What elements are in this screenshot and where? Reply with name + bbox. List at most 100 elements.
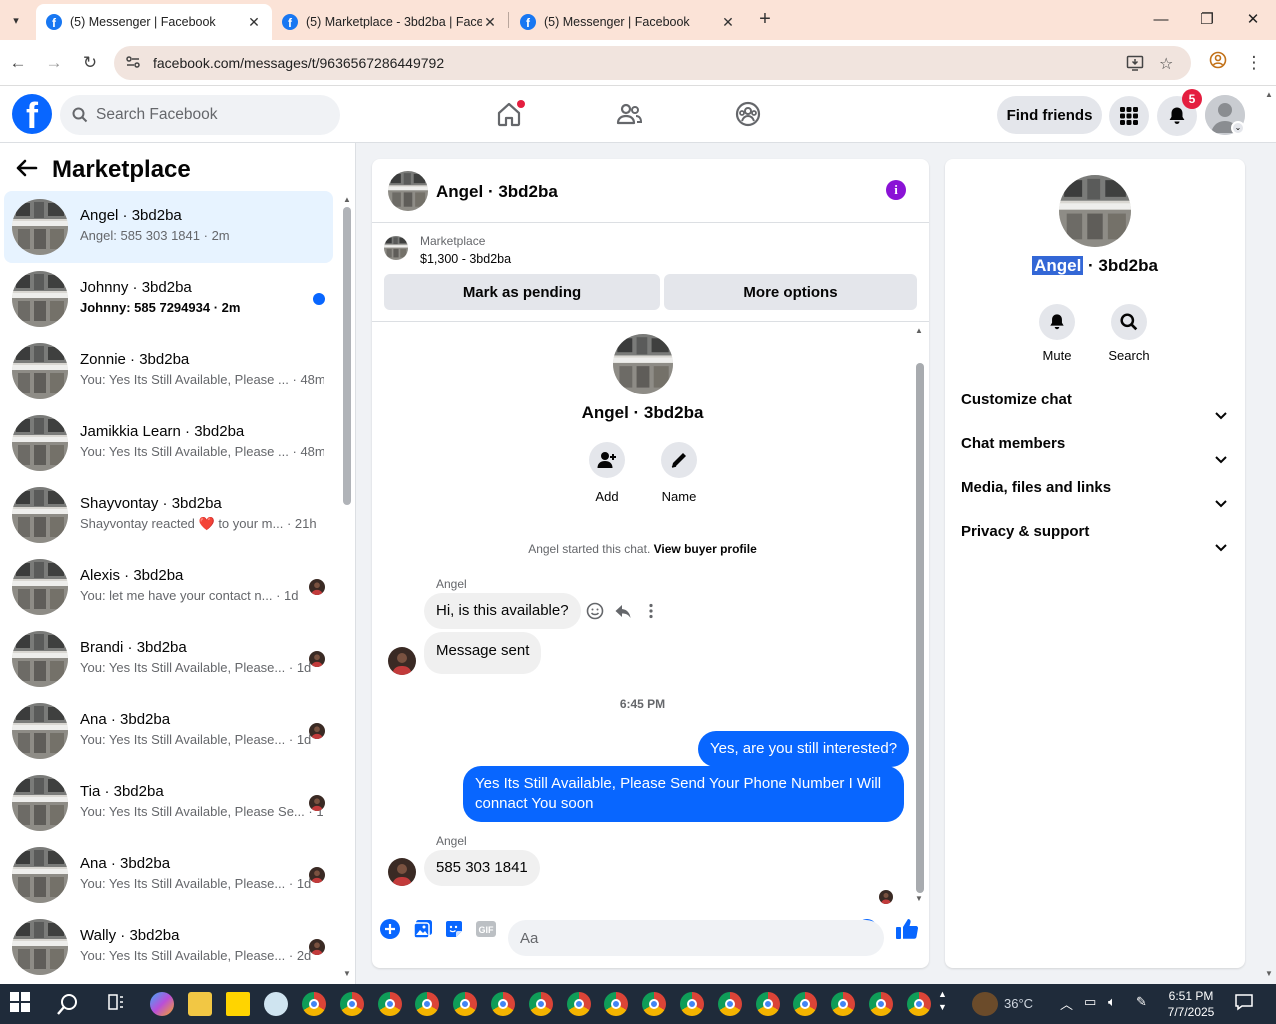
minimize-icon[interactable]: —: [1149, 8, 1173, 32]
taskbar-clock[interactable]: 6:51 PM 7/7/2025: [1166, 988, 1216, 1020]
tab-close-icon[interactable]: ✕: [720, 14, 736, 31]
contact-photo[interactable]: [1059, 175, 1131, 247]
gif-icon[interactable]: GIF: [474, 917, 498, 941]
sticker-icon[interactable]: [442, 917, 466, 941]
incoming-message[interactable]: Message sent: [424, 632, 542, 674]
thread-scrollbar[interactable]: [916, 363, 924, 893]
react-emoji-icon[interactable]: [584, 600, 606, 622]
site-info-icon[interactable]: [124, 54, 142, 72]
friends-icon[interactable]: [615, 100, 643, 128]
plus-circle-icon[interactable]: [378, 917, 402, 941]
chrome-taskbar-icon[interactable]: [566, 992, 591, 1016]
reply-icon[interactable]: [612, 600, 634, 622]
listing-thumbnail[interactable]: [384, 236, 408, 260]
chrome-taskbar-icon[interactable]: [377, 992, 402, 1016]
incoming-message[interactable]: 585 303 1841: [424, 850, 540, 886]
chrome-taskbar-icon[interactable]: [831, 992, 856, 1016]
page-scroll-up-arrow[interactable]: ▲: [1265, 90, 1273, 99]
conversation-item[interactable]: Jamikkia Learn · 3bd2ba You: Yes Its Stil…: [4, 407, 333, 479]
chrome-taskbar-icon[interactable]: [755, 992, 780, 1016]
conversation-item[interactable]: Zonnie · 3bd2ba You: Yes Its Still Availa…: [4, 335, 333, 407]
back-icon[interactable]: ←: [6, 51, 30, 75]
info-icon[interactable]: i: [886, 180, 906, 200]
chrome-taskbar-icon[interactable]: [491, 992, 515, 1016]
details-section-chat-members[interactable]: Chat members: [961, 422, 1229, 466]
windows-start-icon[interactable]: [10, 992, 34, 1016]
outgoing-message[interactable]: Yes, are you still interested?: [698, 731, 910, 767]
forward-icon[interactable]: →: [42, 51, 66, 75]
weather-temperature[interactable]: 36°C: [1004, 996, 1033, 1011]
name-action[interactable]: Name: [649, 442, 709, 504]
mark-as-pending-button[interactable]: Mark as pending: [384, 274, 660, 310]
page-scroll-down-arrow[interactable]: ▼: [1265, 969, 1273, 978]
conversation-item[interactable]: Brandi · 3bd2ba You: Yes Its Still Availa…: [4, 623, 333, 695]
taskbar-search-icon[interactable]: [56, 992, 80, 1016]
conversation-item[interactable]: Ana · 3bd2ba You: Yes Its Still Available…: [4, 839, 333, 911]
bookmark-star-icon[interactable]: ☆: [1159, 54, 1173, 74]
tab-close-icon[interactable]: ✕: [482, 14, 498, 31]
browser-tab-1[interactable]: f (5) Messenger | Facebook ✕: [36, 4, 272, 40]
chrome-taskbar-icon[interactable]: [680, 992, 704, 1016]
task-view-icon[interactable]: [106, 992, 130, 1016]
find-friends-button[interactable]: Find friends: [997, 96, 1102, 134]
network-icon[interactable]: ▭: [1084, 994, 1096, 1010]
browser-tab-2[interactable]: f (5) Marketplace - 3bd2ba | Face ✕: [272, 4, 508, 40]
chrome-taskbar-icon[interactable]: [717, 992, 742, 1016]
more-actions-icon[interactable]: [640, 600, 662, 622]
message-input[interactable]: [520, 920, 840, 956]
scroll-down-arrow[interactable]: ▼: [343, 969, 351, 978]
chrome-taskbar-icon[interactable]: [339, 992, 364, 1016]
weather-icon[interactable]: [972, 992, 998, 1016]
add-action[interactable]: Add: [577, 442, 637, 504]
groups-icon[interactable]: [734, 100, 762, 128]
chrome-taskbar-icon[interactable]: [604, 992, 629, 1016]
thumbs-up-icon[interactable]: [895, 917, 919, 941]
chrome-taskbar-icon[interactable]: [906, 992, 931, 1016]
chrome-taskbar-icon[interactable]: [869, 992, 893, 1016]
maximize-icon[interactable]: ❐: [1195, 8, 1219, 32]
chat-avatar[interactable]: [388, 171, 428, 211]
chrome-taskbar-icon[interactable]: [528, 992, 553, 1016]
photo-icon[interactable]: [411, 917, 435, 941]
chrome-taskbar-icon[interactable]: [302, 992, 326, 1016]
mute-action[interactable]: Mute: [1027, 304, 1087, 363]
taskbar-overflow-arrows[interactable]: ▲ ▼: [938, 988, 947, 1014]
account-chevron-icon[interactable]: ⌄: [1231, 121, 1245, 135]
outgoing-message[interactable]: Yes Its Still Available, Please Send You…: [463, 766, 904, 822]
chat-title[interactable]: Angel · 3bd2ba: [436, 182, 558, 202]
bell-icon[interactable]: [1039, 304, 1075, 340]
menu-grid-button[interactable]: [1109, 96, 1149, 136]
thread-scroll-down-arrow[interactable]: ▼: [915, 894, 923, 903]
details-section-customize-chat[interactable]: Customize chat: [961, 378, 1229, 422]
chrome-taskbar-icon[interactable]: [453, 992, 478, 1016]
chrome-taskbar-icon[interactable]: [415, 992, 440, 1016]
omnibox[interactable]: facebook.com/messages/t/9636567286449792…: [114, 46, 1191, 80]
facebook-search[interactable]: [60, 95, 340, 135]
search-action[interactable]: Search: [1099, 304, 1159, 363]
new-tab-icon[interactable]: +: [754, 8, 776, 30]
show-hidden-icons-icon[interactable]: ︿: [1060, 994, 1073, 1013]
details-section-privacy-support[interactable]: Privacy & support: [961, 510, 1229, 554]
tab-close-icon[interactable]: ✕: [246, 14, 262, 31]
tab-search-chevron-icon[interactable]: ▾: [6, 10, 26, 30]
conversation-item[interactable]: Ana · 3bd2ba You: Yes Its Still Available…: [4, 695, 333, 767]
sender-avatar[interactable]: [388, 647, 416, 675]
scroll-up-arrow[interactable]: ▲: [343, 195, 351, 204]
incoming-message[interactable]: Hi, is this available?: [424, 593, 581, 629]
volume-icon[interactable]: 🔈︎: [1108, 994, 1116, 1010]
view-buyer-profile-link[interactable]: View buyer profile: [654, 542, 757, 556]
search-input[interactable]: [96, 95, 326, 135]
conversation-scrollbar[interactable]: [343, 207, 351, 505]
search-icon[interactable]: [1111, 304, 1147, 340]
sticky-notes-icon[interactable]: [226, 992, 250, 1016]
add-person-icon[interactable]: [589, 442, 625, 478]
file-explorer-icon[interactable]: [188, 992, 212, 1016]
conversation-item[interactable]: Alexis · 3bd2ba You: let me have your con…: [4, 551, 333, 623]
copilot-icon[interactable]: [150, 992, 174, 1016]
thread-scroll-up-arrow[interactable]: ▲: [915, 326, 923, 335]
conversation-item[interactable]: Wally · 3bd2ba You: Yes Its Still Availab…: [4, 911, 333, 983]
buyer-profile-photo[interactable]: [613, 334, 673, 394]
install-app-icon[interactable]: [1126, 54, 1144, 77]
conversation-item[interactable]: Shayvontay · 3bd2ba Shayvontay reacted ❤️…: [4, 479, 333, 551]
profile-icon[interactable]: [1206, 51, 1230, 75]
